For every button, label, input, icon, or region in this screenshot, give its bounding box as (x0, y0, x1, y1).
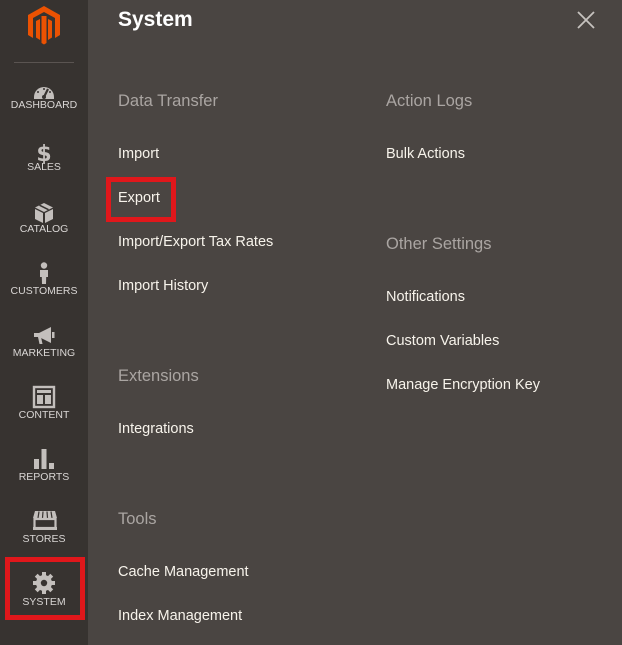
sidebar-item-label: REPORTS (18, 471, 70, 483)
section-title-action-logs: Action Logs (386, 92, 473, 110)
menu-link-notifications[interactable]: Notifications (386, 289, 465, 305)
menu-link-custom-variables[interactable]: Custom Variables (386, 333, 499, 349)
admin-sidebar: DASHBOARD $ SALES CATALOG CUSTOMERS MARK… (0, 0, 88, 645)
section-title-tools: Tools (118, 510, 157, 528)
box-icon (32, 201, 56, 225)
panel-title: System (118, 8, 193, 31)
system-menu-panel: System Data Transfer Import Export Impor… (88, 0, 622, 645)
sidebar-item-marketing[interactable]: MARKETING (0, 320, 88, 382)
menu-link-manage-encryption-key[interactable]: Manage Encryption Key (386, 377, 540, 393)
sidebar-item-label: SALES (27, 161, 61, 173)
sidebar-item-label: CATALOG (19, 223, 69, 235)
system-highlight-box (5, 557, 85, 620)
sidebar-item-label: CUSTOMERS (10, 285, 78, 297)
menu-link-bulk-actions[interactable]: Bulk Actions (386, 146, 465, 162)
sidebar-item-dashboard[interactable]: DASHBOARD (0, 76, 88, 138)
section-title-other-settings: Other Settings (386, 235, 492, 253)
close-icon (577, 11, 595, 29)
menu-link-import-history[interactable]: Import History (118, 278, 208, 294)
section-title-data-transfer: Data Transfer (118, 92, 218, 110)
person-icon (32, 261, 56, 285)
logo-divider (14, 62, 74, 63)
sidebar-item-label: DASHBOARD (10, 99, 78, 111)
layout-icon (32, 385, 56, 409)
sidebar-item-reports[interactable]: REPORTS (0, 443, 88, 505)
section-title-extensions: Extensions (118, 367, 199, 385)
sidebar-item-label: STORES (22, 533, 66, 545)
sidebar-item-label: CONTENT (18, 409, 70, 421)
megaphone-icon (32, 324, 56, 348)
magento-logo[interactable] (27, 5, 61, 45)
close-button[interactable] (575, 9, 597, 31)
menu-link-cache-management[interactable]: Cache Management (118, 564, 249, 580)
export-highlight-box (106, 177, 176, 222)
sidebar-item-label: MARKETING (12, 347, 76, 359)
admin-app: DASHBOARD $ SALES CATALOG CUSTOMERS MARK… (0, 0, 622, 645)
menu-link-index-management[interactable]: Index Management (118, 608, 242, 624)
menu-link-import-export-tax-rates[interactable]: Import/Export Tax Rates (118, 234, 273, 250)
sidebar-item-content[interactable]: CONTENT (0, 381, 88, 443)
sidebar-item-customers[interactable]: CUSTOMERS (0, 257, 88, 319)
sidebar-item-catalog[interactable]: CATALOG (0, 197, 88, 259)
menu-link-integrations[interactable]: Integrations (118, 421, 194, 437)
sidebar-item-sales[interactable]: $ SALES (0, 136, 88, 198)
storefront-icon (32, 509, 57, 533)
bar-chart-icon (32, 447, 56, 471)
menu-link-import[interactable]: Import (118, 146, 159, 162)
